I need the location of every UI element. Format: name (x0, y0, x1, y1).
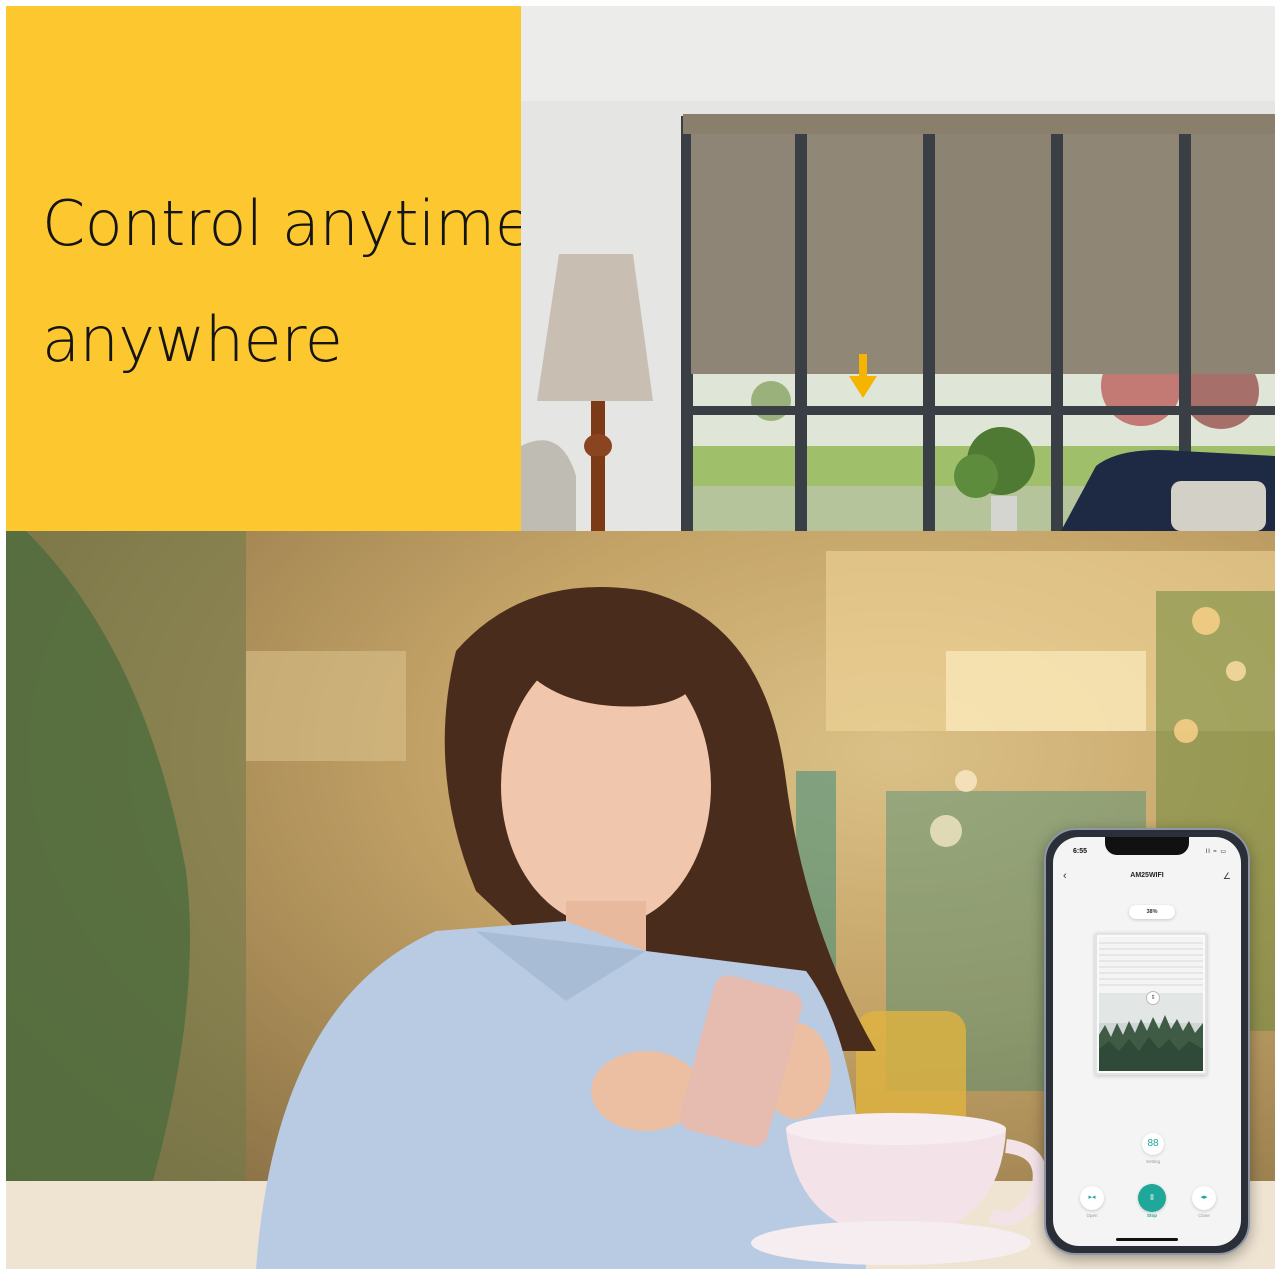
headline-line-1: Control anytime (42, 187, 533, 260)
home-indicator (1116, 1238, 1178, 1241)
stop-button[interactable]: ll (1138, 1184, 1166, 1212)
phone-notch (1105, 837, 1189, 855)
blind-preview[interactable]: ⇕ (1095, 933, 1207, 1075)
app-header: ‹ AM25WIFI ∠ (1053, 869, 1241, 885)
app-screen: 6:55 ll ≈ ▭ ‹ AM25WIFI ∠ 38% ⇕ 88 Settin… (1053, 837, 1241, 1246)
drag-handle-icon[interactable]: ⇕ (1146, 991, 1160, 1005)
room-illustration (521, 6, 1275, 531)
headline: Control anytime anywhere (42, 166, 533, 398)
headline-panel: Control anytime anywhere (6, 6, 533, 531)
open-button[interactable]: ▸◂ (1080, 1186, 1104, 1210)
position-percent-badge: 38% (1129, 905, 1175, 919)
close-button[interactable]: ◂▸ (1192, 1186, 1216, 1210)
stop-label: Stop (1147, 1213, 1157, 1218)
device-title: AM25WIFI (1130, 872, 1164, 879)
setting-icon[interactable]: 88 (1142, 1133, 1164, 1155)
setting-label: Setting (1145, 1159, 1160, 1164)
phone-mockup: 6:55 ll ≈ ▭ ‹ AM25WIFI ∠ 38% ⇕ 88 Settin… (1044, 828, 1250, 1255)
open-label: Open (1086, 1213, 1098, 1218)
status-time: 6:55 (1073, 848, 1088, 855)
headline-line-2: anywhere (42, 303, 343, 376)
room-blinds-photo (521, 6, 1275, 531)
status-icons: ll ≈ ▭ (1206, 849, 1227, 855)
edit-icon[interactable]: ∠ (1223, 869, 1231, 883)
close-label: Close (1198, 1213, 1210, 1218)
